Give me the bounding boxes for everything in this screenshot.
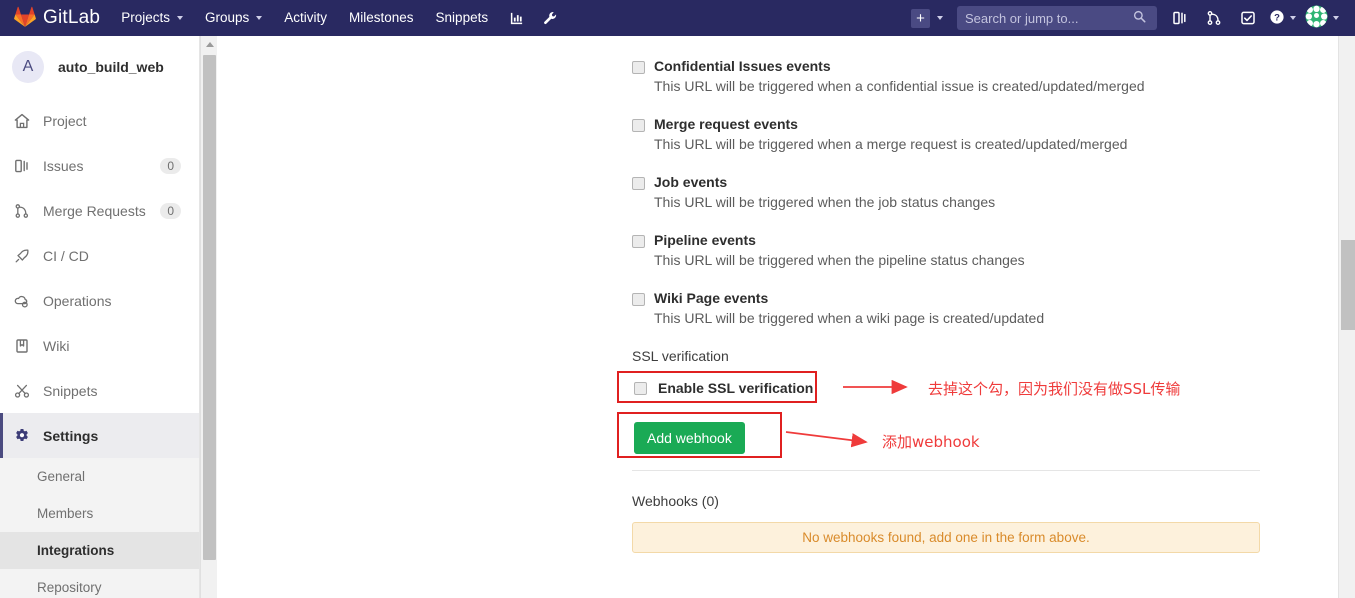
new-item-dropdown[interactable]: + xyxy=(903,0,951,36)
sidebar-item-snippets[interactable]: Snippets xyxy=(0,368,199,413)
sidebar-item-issues[interactable]: Issues 0 xyxy=(0,143,199,188)
nav-snippets[interactable]: Snippets xyxy=(425,0,500,36)
gear-icon xyxy=(14,428,34,444)
settings-submenu: General Members Integrations Repository xyxy=(0,458,199,598)
user-menu[interactable] xyxy=(1299,0,1345,36)
sidebar-item-cicd[interactable]: CI / CD xyxy=(0,233,199,278)
user-avatar-identicon xyxy=(1305,5,1328,31)
todos-checkbox-icon[interactable] xyxy=(1231,0,1265,36)
merge-requests-icon[interactable] xyxy=(1197,0,1231,36)
sidebar-subitem-members[interactable]: Members xyxy=(0,495,199,532)
gitlab-home-link[interactable]: GitLab xyxy=(0,6,110,30)
gitlab-brand-text: GitLab xyxy=(43,7,101,28)
chevron-down-icon xyxy=(937,16,943,20)
nav-right-group: + Search or jump to... ? xyxy=(903,0,1355,36)
sidebar-item-wiki-label: Wiki xyxy=(43,337,70,354)
annotation-arrows xyxy=(785,379,908,448)
chevron-down-icon xyxy=(1289,16,1296,20)
annotation-remove-ssl-check: 去掉这个勾，因为我们没有做SSL传输 xyxy=(928,380,1181,398)
sidebar-subitem-integrations-label: Integrations xyxy=(37,543,115,558)
project-header-link[interactable]: A auto_build_web xyxy=(0,36,199,98)
chevron-down-icon xyxy=(1333,16,1339,20)
project-name: auto_build_web xyxy=(58,59,164,75)
sidebar-item-settings-label: Settings xyxy=(43,427,99,444)
sidebar-subitem-repository-label: Repository xyxy=(37,580,102,595)
sidebar-item-project-label: Project xyxy=(43,112,87,129)
nav-projects[interactable]: Projects xyxy=(110,0,194,36)
arrow-to-add-webhook-annotation xyxy=(785,431,868,448)
sidebar-item-snippets-label: Snippets xyxy=(43,382,98,399)
nav-groups[interactable]: Groups xyxy=(194,0,273,36)
nav-activity[interactable]: Activity xyxy=(273,0,338,36)
search-input[interactable] xyxy=(965,10,1133,26)
issues-icon xyxy=(14,158,34,174)
sidebar-subitem-members-label: Members xyxy=(37,506,94,521)
sidebar-item-issues-label: Issues xyxy=(43,157,84,174)
annotation-add-webhook: 添加webhook xyxy=(882,433,980,451)
main-content: Confidential Issues events This URL will… xyxy=(218,36,1338,598)
merge-request-icon xyxy=(14,203,34,219)
issues-count-badge: 0 xyxy=(160,157,181,174)
search-box[interactable] xyxy=(957,6,1157,30)
sidebar-item-operations-label: Operations xyxy=(43,292,112,309)
chevron-up-icon xyxy=(205,42,214,47)
nav-snippets-label: Snippets xyxy=(435,10,489,25)
project-sidebar: A auto_build_web Project Issues 0 Merge … xyxy=(0,36,200,598)
svg-text:?: ? xyxy=(1274,12,1280,23)
primary-nav: Projects Groups Activity Milestones Snip… xyxy=(110,0,567,36)
gitlab-logo-icon xyxy=(14,6,36,30)
sidebar-item-merge-requests[interactable]: Merge Requests 0 xyxy=(0,188,199,233)
top-navbar: GitLab Projects Groups Activity Mileston… xyxy=(0,0,1355,36)
scissors-icon xyxy=(14,383,34,399)
merge-requests-count-badge: 0 xyxy=(160,202,181,219)
chevron-down-icon xyxy=(256,16,263,20)
page-scrollbar[interactable] xyxy=(1338,36,1355,598)
search-icon xyxy=(1133,10,1146,26)
sidebar-subitem-repository[interactable]: Repository xyxy=(0,569,199,598)
sidebar-scrollbar-thumb[interactable] xyxy=(203,55,216,560)
wrench-icon[interactable] xyxy=(533,0,567,36)
rocket-icon xyxy=(14,248,34,264)
project-avatar: A xyxy=(12,51,44,83)
cloud-gear-icon xyxy=(14,293,34,309)
home-icon xyxy=(14,113,34,129)
plus-icon: + xyxy=(911,8,930,28)
page-scrollbar-thumb[interactable] xyxy=(1341,240,1355,330)
help-question-icon: ? xyxy=(1269,9,1285,28)
sidebar-subitem-general[interactable]: General xyxy=(0,458,199,495)
nav-milestones-label: Milestones xyxy=(349,10,414,25)
issues-board-icon[interactable] xyxy=(1163,0,1197,36)
nav-milestones[interactable]: Milestones xyxy=(338,0,425,36)
nav-projects-label: Projects xyxy=(121,10,170,25)
sidebar-item-settings[interactable]: Settings xyxy=(0,413,199,458)
analytics-chart-icon[interactable] xyxy=(499,0,533,36)
sidebar-scroll-up-button[interactable] xyxy=(201,36,218,53)
nav-activity-label: Activity xyxy=(284,10,328,25)
sidebar-item-merge-requests-label: Merge Requests xyxy=(43,202,146,219)
book-icon xyxy=(14,338,34,354)
sidebar-subitem-general-label: General xyxy=(37,469,86,484)
nav-groups-label: Groups xyxy=(204,10,250,25)
sidebar-item-project[interactable]: Project xyxy=(0,98,199,143)
help-dropdown[interactable]: ? xyxy=(1265,0,1299,36)
chevron-down-icon xyxy=(176,16,183,20)
sidebar-subitem-integrations[interactable]: Integrations xyxy=(0,532,199,569)
sidebar-item-wiki[interactable]: Wiki xyxy=(0,323,199,368)
sidebar-item-cicd-label: CI / CD xyxy=(43,247,89,264)
sidebar-scrollbar[interactable] xyxy=(200,36,217,598)
sidebar-item-operations[interactable]: Operations xyxy=(0,278,199,323)
